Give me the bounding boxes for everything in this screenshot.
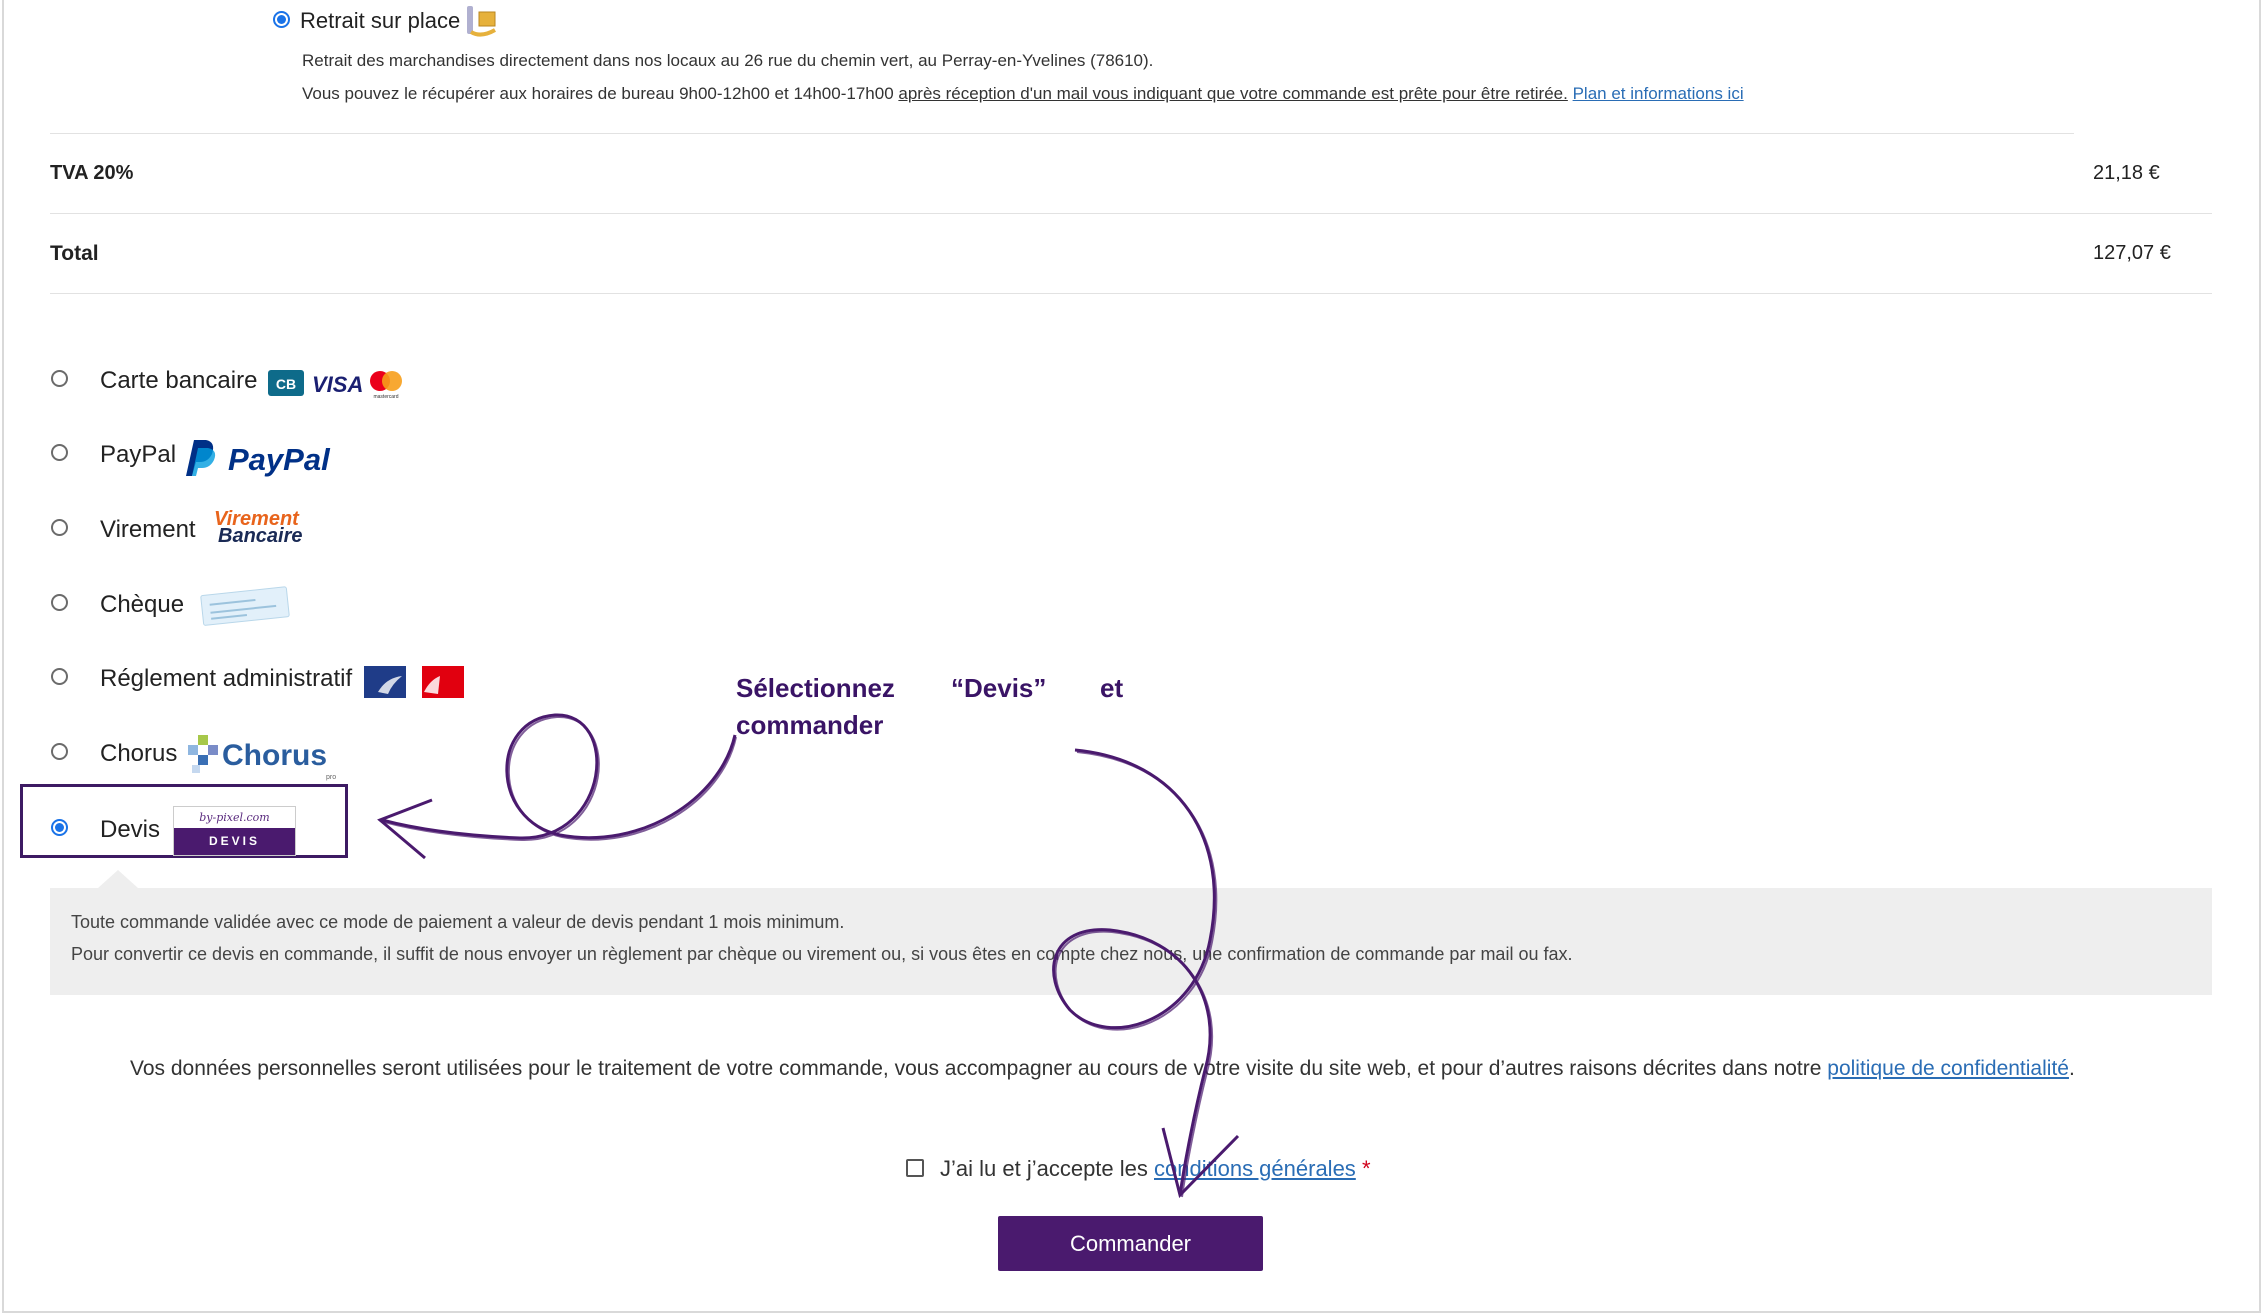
annotation-arrow-left: [381, 713, 737, 840]
annotation-arrow-left: [383, 715, 737, 842]
annotation-arrows: [377, 713, 1240, 1198]
annotation-arrowhead-right: [1161, 1127, 1240, 1198]
